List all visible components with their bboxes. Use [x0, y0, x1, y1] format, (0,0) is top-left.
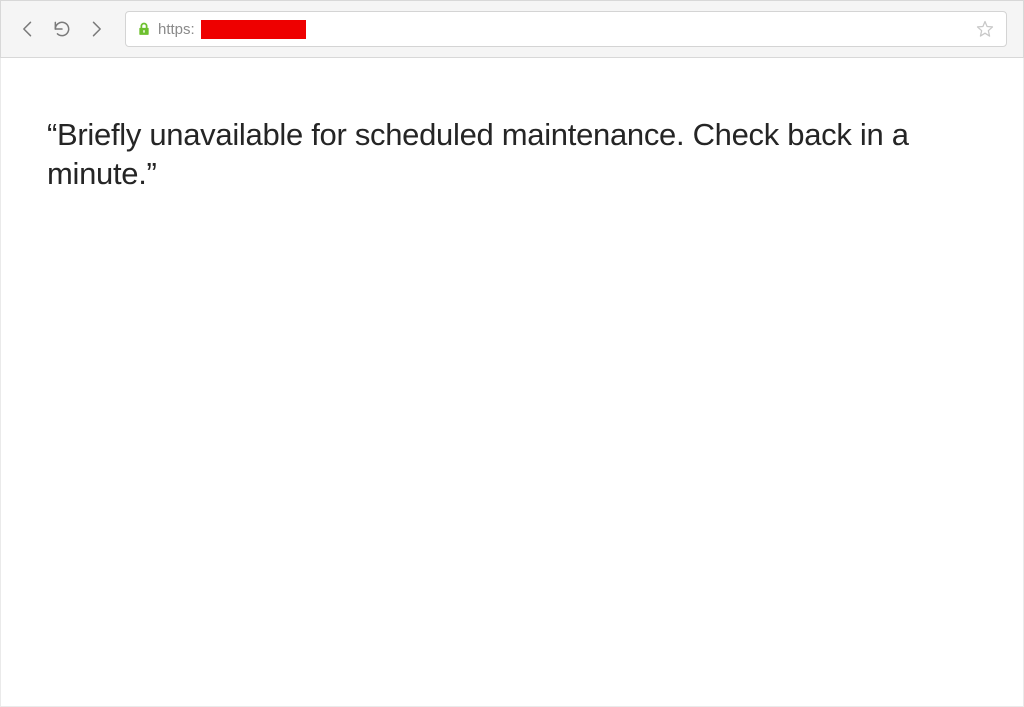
browser-toolbar: https: — [0, 0, 1024, 58]
arrow-left-icon — [18, 19, 38, 39]
url-redacted-block — [201, 20, 306, 39]
maintenance-message: “Briefly unavailable for scheduled maint… — [47, 116, 977, 194]
arrow-right-icon — [86, 19, 106, 39]
nav-buttons-group — [17, 18, 107, 40]
bookmark-button[interactable] — [974, 18, 996, 40]
address-bar[interactable]: https: — [125, 11, 1007, 47]
back-button[interactable] — [17, 18, 39, 40]
page-body: “Briefly unavailable for scheduled maint… — [0, 58, 1024, 707]
reload-button[interactable] — [51, 18, 73, 40]
reload-icon — [52, 19, 72, 39]
url-protocol: https: — [158, 21, 195, 38]
star-icon — [975, 19, 995, 39]
forward-button[interactable] — [85, 18, 107, 40]
lock-icon — [136, 20, 152, 38]
